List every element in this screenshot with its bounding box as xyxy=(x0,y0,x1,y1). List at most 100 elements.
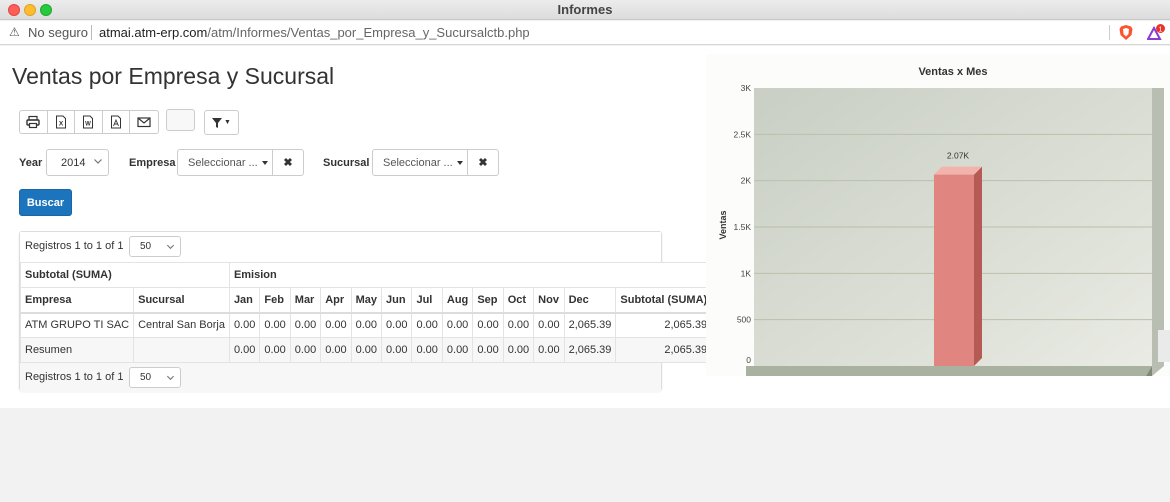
report-panel: Registros 1 to 1 of 1 50 Subtotal (SUMA)… xyxy=(19,231,713,392)
table-cell: 0.00 xyxy=(259,312,291,338)
filter-icon xyxy=(212,117,223,128)
page-size-value: 50 xyxy=(140,241,152,252)
side-scroll-handle[interactable] xyxy=(1158,330,1170,362)
page-size-select[interactable]: 50 xyxy=(129,367,181,388)
column-header: Sep xyxy=(472,287,504,314)
table-cell: Central San Borja xyxy=(133,312,230,338)
column-header: Mar xyxy=(289,287,322,314)
table-cell: Resumen xyxy=(19,337,135,363)
chevron-down-icon xyxy=(166,244,175,250)
group-header-subtotal: Subtotal (SUMA) xyxy=(20,262,230,288)
svg-text:W: W xyxy=(85,122,91,128)
svg-text:X: X xyxy=(59,121,64,128)
column-header: Apr xyxy=(320,287,352,314)
y-tick-label: 3K xyxy=(741,83,752,93)
plot-floor xyxy=(746,366,1152,376)
column-header: Jun xyxy=(381,287,413,314)
bar-data-label: 2.07K xyxy=(947,151,970,161)
table-cell: 2,065.39 xyxy=(615,312,713,338)
table-cell: 0.00 xyxy=(228,312,261,338)
y-tick-label: 1K xyxy=(741,268,752,278)
column-header: Jul xyxy=(411,287,443,314)
y-tick-label: 1.5K xyxy=(734,222,752,232)
print-button[interactable] xyxy=(20,111,48,133)
export-excel-button[interactable]: X xyxy=(48,111,75,133)
color-picker-button[interactable] xyxy=(166,109,195,131)
sucursal-clear-button[interactable]: ✖ xyxy=(468,150,498,175)
column-header: Nov xyxy=(533,287,565,314)
brave-shield-icon[interactable] xyxy=(1118,24,1134,41)
url-separator xyxy=(91,25,92,40)
table-cell: 0.00 xyxy=(350,312,383,338)
table-cell: 0.00 xyxy=(228,337,261,363)
empresa-select: Seleccionar ... ✖ xyxy=(177,149,304,176)
caret-down-icon xyxy=(261,160,268,165)
column-header-row: Empresa Sucursal Jan Feb Mar Apr May Jun Jul Aug S… xyxy=(19,287,713,314)
pdf-icon xyxy=(110,115,121,129)
table-cell: 0.00 xyxy=(320,337,352,363)
page-title: Ventas por Empresa y Sucursal xyxy=(12,63,335,89)
url-text[interactable]: atmai.atm-erp.com/atm/Informes/Ventas_po… xyxy=(99,25,530,40)
export-word-button[interactable]: W xyxy=(75,111,103,133)
address-bar[interactable]: ⚠ No seguro atmai.atm-erp.com/atm/Inform… xyxy=(0,21,1170,45)
table-cell: 0.00 xyxy=(381,312,413,338)
security-label[interactable]: No seguro xyxy=(28,25,88,40)
group-header-emision: Emision xyxy=(228,262,713,288)
column-header: May xyxy=(350,287,383,314)
bar[interactable] xyxy=(934,174,974,366)
table-cell: 2,065.39 xyxy=(615,337,713,363)
print-icon xyxy=(26,115,40,129)
column-header: Dec xyxy=(563,287,617,314)
table-cell xyxy=(133,337,230,363)
chevron-down-icon: ▼ xyxy=(224,119,231,126)
sucursal-placeholder: Seleccionar ... xyxy=(383,156,453,169)
table-cell: 0.00 xyxy=(259,337,291,363)
export-toolbar: X W xyxy=(19,110,159,134)
rewards-badge: 1 xyxy=(1159,26,1163,33)
email-button[interactable] xyxy=(130,111,158,133)
summary-row: Resumen 0.00 0.00 0.00 0.00 0.00 0.00 0.00 0.00 0… xyxy=(19,337,713,363)
sucursal-dropdown[interactable]: Seleccionar ... xyxy=(373,150,468,175)
warning-icon: ⚠ xyxy=(9,25,20,39)
empresa-clear-button[interactable]: ✖ xyxy=(273,150,303,175)
empresa-placeholder: Seleccionar ... xyxy=(188,156,258,169)
table-cell: 0.00 xyxy=(441,312,474,338)
table-cell: 2,065.39 xyxy=(563,337,617,363)
chart-title: Ventas x Mes xyxy=(918,66,987,78)
table-cell: 0.00 xyxy=(533,337,565,363)
sucursal-select: Seleccionar ... ✖ xyxy=(372,149,499,176)
close-icon: ✖ xyxy=(283,157,293,169)
table-row: ATM GRUPO TI SAC Central San Borja 0.00 0.0… xyxy=(19,312,713,338)
table-cell: 0.00 xyxy=(350,337,383,363)
table-cell: 0.00 xyxy=(320,312,352,338)
group-header-row: Subtotal (SUMA) Emision xyxy=(20,262,713,288)
y-tick-label: 2K xyxy=(741,176,752,186)
bar-top xyxy=(934,166,982,175)
column-header: Sucursal xyxy=(133,287,230,314)
column-header: Aug xyxy=(441,287,474,314)
export-pdf-button[interactable] xyxy=(103,111,130,133)
table-cell: ATM GRUPO TI SAC xyxy=(19,312,135,338)
empresa-dropdown[interactable]: Seleccionar ... xyxy=(178,150,273,175)
url-host: atmai.atm-erp.com xyxy=(99,25,208,40)
extension-separator xyxy=(1109,25,1110,40)
table-cell: 0.00 xyxy=(441,337,474,363)
rewards-icon[interactable]: 1 xyxy=(1147,24,1165,41)
report-table: Subtotal (SUMA) Emision Empresa Sucursal J… xyxy=(19,262,713,363)
page-size-select[interactable]: 50 xyxy=(129,236,181,257)
window-title: Informes xyxy=(557,2,613,17)
records-count: Registros 1 to 1 of 1 xyxy=(25,240,124,252)
window-titlebar: Informes xyxy=(0,0,1170,20)
y-tick-label: 0 xyxy=(746,355,751,365)
chart-y-ticks: 0 500 1K 1.5K 2K 2.5K 3K xyxy=(734,83,752,365)
filter-dropdown-button[interactable]: ▼ xyxy=(204,110,239,135)
y-tick-label: 2.5K xyxy=(734,129,752,139)
table-cell: 0.00 xyxy=(472,337,504,363)
url-path: /atm/Informes/Ventas_por_Empresa_y_Sucur… xyxy=(207,25,530,40)
report-table-body: ATM GRUPO TI SAC Central San Borja 0.00 0.0… xyxy=(19,312,713,363)
table-cell: 0.00 xyxy=(381,337,413,363)
year-select[interactable]: 2014 xyxy=(46,149,109,176)
table-cell: 0.00 xyxy=(472,312,504,338)
search-button[interactable]: Buscar xyxy=(19,189,72,216)
table-cell: 0.00 xyxy=(502,337,535,363)
